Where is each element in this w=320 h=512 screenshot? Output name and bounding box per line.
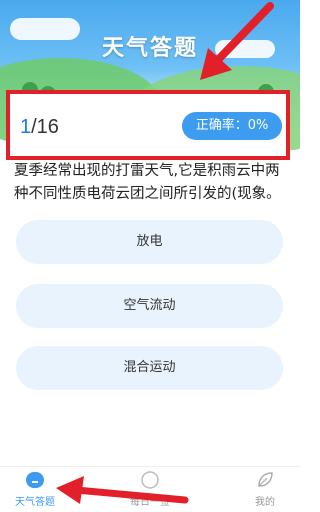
question-text: 夏季经常出现的打雷天气,它是积雨云中两种不同性质电荷云团之间所引发的(现象。 <box>14 163 281 202</box>
annotation-arrow-bottom <box>56 476 189 504</box>
progress-card: 1/16 正确率：0% <box>6 90 290 160</box>
question-counter: 1/16 <box>20 116 59 139</box>
nav-label-mine: 我的 <box>255 497 275 508</box>
total-questions: /16 <box>31 116 59 138</box>
nav-item-mine[interactable]: 我的 <box>230 469 300 508</box>
option-button-1[interactable]: 放电 <box>16 220 283 264</box>
option-button-2[interactable]: 空气流动 <box>16 284 283 328</box>
accuracy-badge: 正确率：0% <box>182 112 282 140</box>
leaf-icon <box>258 472 273 487</box>
quiz-icon <box>26 472 44 488</box>
option-button-3[interactable]: 混合运动 <box>16 346 283 390</box>
annotation-arrow-top <box>200 2 274 80</box>
current-question-number: 1 <box>20 116 32 138</box>
